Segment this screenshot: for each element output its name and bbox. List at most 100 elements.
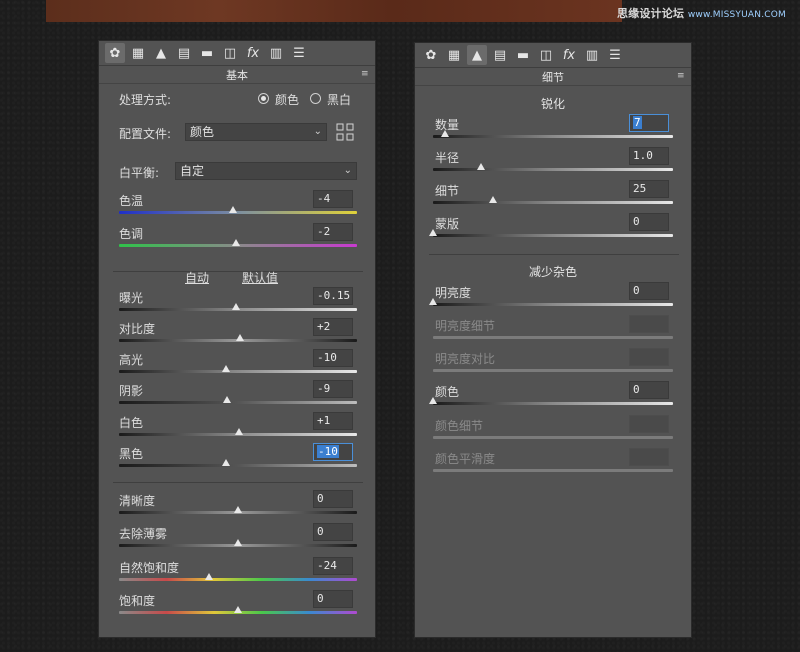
treatment-color-label[interactable]: 颜色	[275, 91, 299, 108]
amount-slider-track[interactable]	[433, 135, 673, 138]
contrast-slider-thumb[interactable]	[236, 334, 245, 341]
highlights-value-input[interactable]: -10	[313, 349, 353, 367]
radius-slider-track[interactable]	[433, 168, 673, 171]
luminance-value-input[interactable]: 0	[629, 282, 669, 300]
shadows-value: -9	[317, 382, 331, 395]
presets-icon[interactable]: ☰	[289, 43, 309, 63]
detail-slider-track[interactable]	[433, 201, 673, 204]
histogram-icon[interactable]: ▦	[128, 43, 148, 63]
watermark-main: 思缘设计论坛	[616, 7, 685, 20]
watermark: 思缘设计论坛 www.MISSYUAN.COM	[617, 5, 786, 21]
treatment-bw-label[interactable]: 黑白	[327, 91, 351, 108]
chevron-down-icon: ⌄	[313, 126, 322, 137]
panel-menu-icon[interactable]: ≡	[677, 71, 687, 81]
white-balance-select[interactable]: 自定 ⌄	[175, 162, 357, 180]
treatment-color-radio[interactable]	[258, 93, 269, 104]
highlights-slider-track[interactable]	[119, 370, 357, 373]
contrast-value-input[interactable]: +2	[313, 318, 353, 336]
section-divider	[113, 271, 363, 272]
color-detail-slider-track	[433, 436, 673, 439]
radius-value-input[interactable]: 1.0	[629, 147, 669, 165]
radius-slider-thumb[interactable]	[477, 163, 485, 170]
tone-curve-icon[interactable]: ▲	[151, 43, 171, 63]
tint-value-input[interactable]: -2	[313, 223, 353, 241]
masking-value-input[interactable]: 0	[629, 213, 669, 231]
amount-slider-thumb[interactable]	[441, 130, 449, 137]
luminance-slider-thumb[interactable]	[429, 298, 437, 305]
detail-label: 细节	[435, 184, 460, 198]
section-divider	[429, 254, 679, 255]
lens-icon[interactable]: ◫	[536, 45, 556, 65]
basic-panel: ✿ ▦ ▲ ▤ ▬ ◫ fx ▥ ☰ 基本 ≡ 处理方式: 颜色 黑白 配置文件…	[98, 40, 376, 638]
temp-value-input[interactable]: -4	[313, 190, 353, 208]
temp-slider-thumb[interactable]	[229, 206, 238, 213]
default-button[interactable]: 默认值	[242, 269, 278, 286]
lum-detail-slider-track	[433, 336, 673, 339]
detail-value-input[interactable]: 25	[629, 180, 669, 198]
split-tone-icon[interactable]: ▬	[513, 45, 533, 65]
camera-calibration-icon[interactable]: ▥	[582, 45, 602, 65]
treatment-bw-radio[interactable]	[310, 93, 321, 104]
temp-slider-track[interactable]	[119, 211, 357, 214]
color-slider-thumb[interactable]	[429, 397, 437, 404]
vibrance-slider-track[interactable]	[119, 578, 357, 581]
whites-slider-thumb[interactable]	[235, 428, 244, 435]
saturation-value-input[interactable]: 0	[313, 590, 353, 608]
detail-value: 25	[633, 182, 647, 195]
blacks-slider-thumb[interactable]	[222, 459, 231, 466]
shadows-label: 阴影	[119, 384, 144, 398]
color-value-input[interactable]: 0	[629, 381, 669, 399]
temp-value: -4	[317, 192, 331, 205]
masking-slider-track[interactable]	[433, 234, 673, 237]
lum-contrast-slider-track	[433, 369, 673, 372]
vibrance-label: 自然饱和度	[119, 561, 180, 575]
amount-value: 7	[633, 116, 642, 129]
radius-value: 1.0	[633, 149, 653, 162]
contrast-value: +2	[317, 320, 331, 333]
color-slider-track[interactable]	[433, 402, 673, 405]
blacks-value-input[interactable]: -10	[313, 443, 353, 461]
tone-curve-icon[interactable]: ▲	[467, 45, 487, 65]
profile-browser-icon[interactable]	[336, 123, 354, 141]
vibrance-slider-thumb[interactable]	[205, 573, 214, 580]
whites-value-input[interactable]: +1	[313, 412, 353, 430]
lens-icon[interactable]: ◫	[220, 43, 240, 63]
exposure-value-input[interactable]: -0.15	[313, 287, 353, 305]
highlights-slider-thumb[interactable]	[222, 365, 231, 372]
auto-button[interactable]: 自动	[185, 269, 209, 286]
masking-slider-thumb[interactable]	[429, 229, 437, 236]
fx-icon[interactable]: fx	[243, 43, 263, 63]
saturation-slider-thumb[interactable]	[234, 606, 242, 613]
blacks-slider-track[interactable]	[119, 464, 357, 467]
detail-slider-thumb[interactable]	[489, 196, 497, 203]
profile-label: 配置文件:	[119, 127, 172, 141]
dehaze-value-input[interactable]: 0	[313, 523, 353, 541]
split-tone-icon[interactable]: ▬	[197, 43, 217, 63]
hsl-icon[interactable]: ▤	[174, 43, 194, 63]
shadows-slider-track[interactable]	[119, 401, 357, 404]
luminance-slider-track[interactable]	[433, 303, 673, 306]
luminance-label: 明亮度	[435, 286, 472, 300]
shadows-value-input[interactable]: -9	[313, 380, 353, 398]
fx-icon[interactable]: fx	[559, 45, 579, 65]
hsl-icon[interactable]: ▤	[490, 45, 510, 65]
color-value: 0	[633, 383, 640, 396]
panel-toolbar: ✿ ▦ ▲ ▤ ▬ ◫ fx ▥ ☰	[99, 41, 375, 66]
dehaze-slider-thumb[interactable]	[234, 539, 242, 546]
exposure-value: -0.15	[317, 289, 351, 302]
presets-icon[interactable]: ☰	[605, 45, 625, 65]
tint-slider-thumb[interactable]	[231, 239, 240, 246]
panel-menu-icon[interactable]: ≡	[361, 69, 371, 79]
aperture-icon[interactable]: ✿	[105, 43, 125, 63]
amount-value-input[interactable]: 7	[629, 114, 669, 132]
clarity-slider-thumb[interactable]	[234, 506, 242, 513]
exposure-slider-thumb[interactable]	[231, 303, 240, 310]
aperture-icon[interactable]: ✿	[421, 45, 441, 65]
profile-select[interactable]: 颜色 ⌄	[185, 123, 327, 141]
camera-calibration-icon[interactable]: ▥	[266, 43, 286, 63]
histogram-icon[interactable]: ▦	[444, 45, 464, 65]
highlights-value: -10	[317, 351, 337, 364]
vibrance-value-input[interactable]: -24	[313, 557, 353, 575]
shadows-slider-thumb[interactable]	[223, 396, 232, 403]
clarity-value-input[interactable]: 0	[313, 490, 353, 508]
